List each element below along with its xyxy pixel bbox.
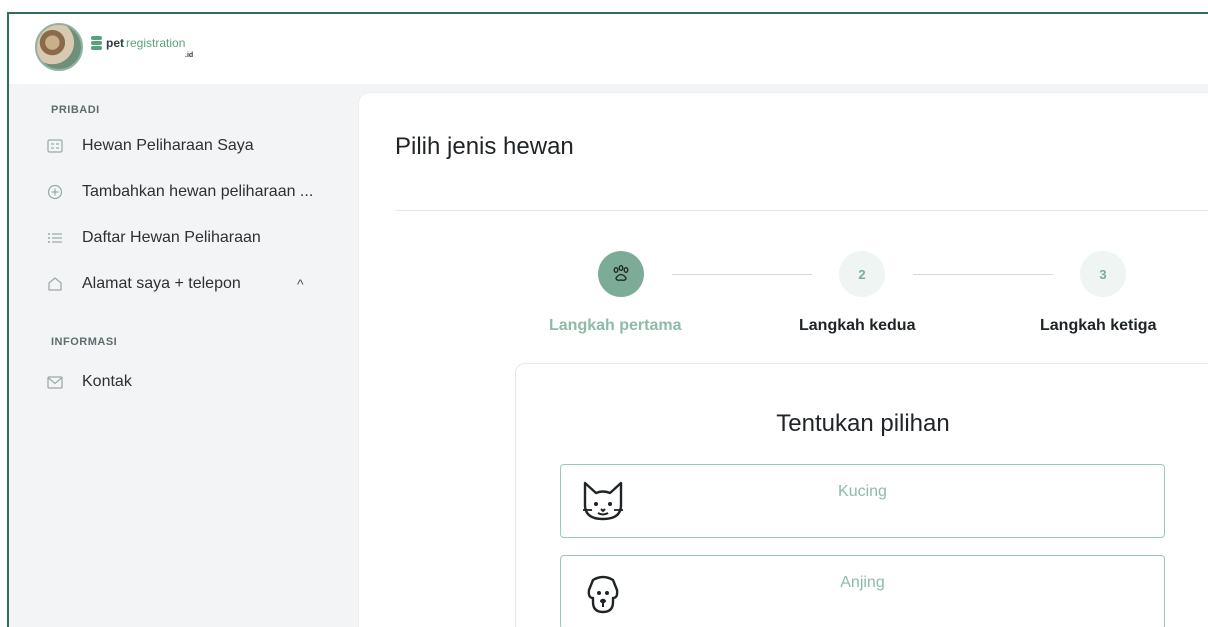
- sidebar-item-label: Daftar Hewan Peliharaan: [82, 229, 261, 246]
- sidebar-item-pet-list[interactable]: Daftar Hewan Peliharaan: [47, 224, 337, 252]
- app-window: pet registration .id PRIBADI Hewan Peliha…: [7, 12, 1208, 627]
- step-2-label: Langkah kedua: [799, 317, 916, 334]
- selection-card: Tentukan pilihan Kucing Anjing: [515, 363, 1208, 627]
- top-header: pet registration .id: [9, 14, 1208, 84]
- brand-name-bold: pet: [106, 36, 124, 50]
- sidebar-item-label: Tambahkan hewan peliharaan ...: [82, 183, 314, 200]
- sidebar-item-add-pet[interactable]: Tambahkan hewan peliharaan ...: [47, 178, 337, 206]
- chevron-up-icon[interactable]: ^: [297, 276, 304, 292]
- sidebar-item-label: Alamat saya + telepon: [82, 275, 241, 292]
- option-label: Kucing: [838, 483, 887, 500]
- database-icon: [91, 36, 102, 50]
- section-title-personal: PRIBADI: [51, 104, 100, 116]
- option-dog[interactable]: Anjing: [560, 555, 1165, 627]
- step-3-indicator[interactable]: 3: [1080, 251, 1126, 297]
- brand-tld: .id: [185, 52, 194, 59]
- sidebar-item-address[interactable]: Alamat saya + telepon ^: [47, 270, 337, 298]
- option-label: Anjing: [840, 574, 885, 591]
- sidebar-item-my-pets[interactable]: Hewan Peliharaan Saya: [47, 132, 337, 160]
- section-title-info: INFORMASI: [51, 336, 118, 348]
- step-3-label: Langkah ketiga: [1040, 317, 1157, 334]
- sidebar-item-contact[interactable]: Kontak: [47, 368, 337, 396]
- step-connector: [672, 274, 812, 275]
- step-2-indicator[interactable]: 2: [839, 251, 885, 297]
- main-panel: Pilih jenis hewan 2 3 Langkah pertama La…: [358, 92, 1208, 627]
- mail-icon: [47, 374, 63, 390]
- sidebar-item-label: Kontak: [82, 373, 132, 390]
- brand-name-light: registration: [126, 36, 186, 50]
- page-title: Pilih jenis hewan: [395, 133, 574, 160]
- list-icon: [47, 230, 63, 246]
- brand-logo[interactable]: pet registration: [91, 36, 185, 50]
- option-cat[interactable]: Kucing: [560, 464, 1165, 538]
- step-1-label: Langkah pertama: [549, 317, 682, 334]
- divider: [395, 210, 1208, 211]
- sidebar: PRIBADI Hewan Peliharaan Saya Tambahkan …: [9, 84, 357, 627]
- paw-icon: [613, 265, 629, 281]
- step-1-indicator[interactable]: [598, 251, 644, 297]
- home-icon: [47, 276, 63, 292]
- user-avatar[interactable]: [35, 23, 83, 71]
- card-title: Tentukan pilihan: [776, 410, 950, 437]
- sidebar-item-label: Hewan Peliharaan Saya: [82, 137, 254, 154]
- step-connector: [913, 274, 1053, 275]
- plus-circle-icon: [47, 184, 63, 200]
- id-card-icon: [47, 138, 63, 154]
